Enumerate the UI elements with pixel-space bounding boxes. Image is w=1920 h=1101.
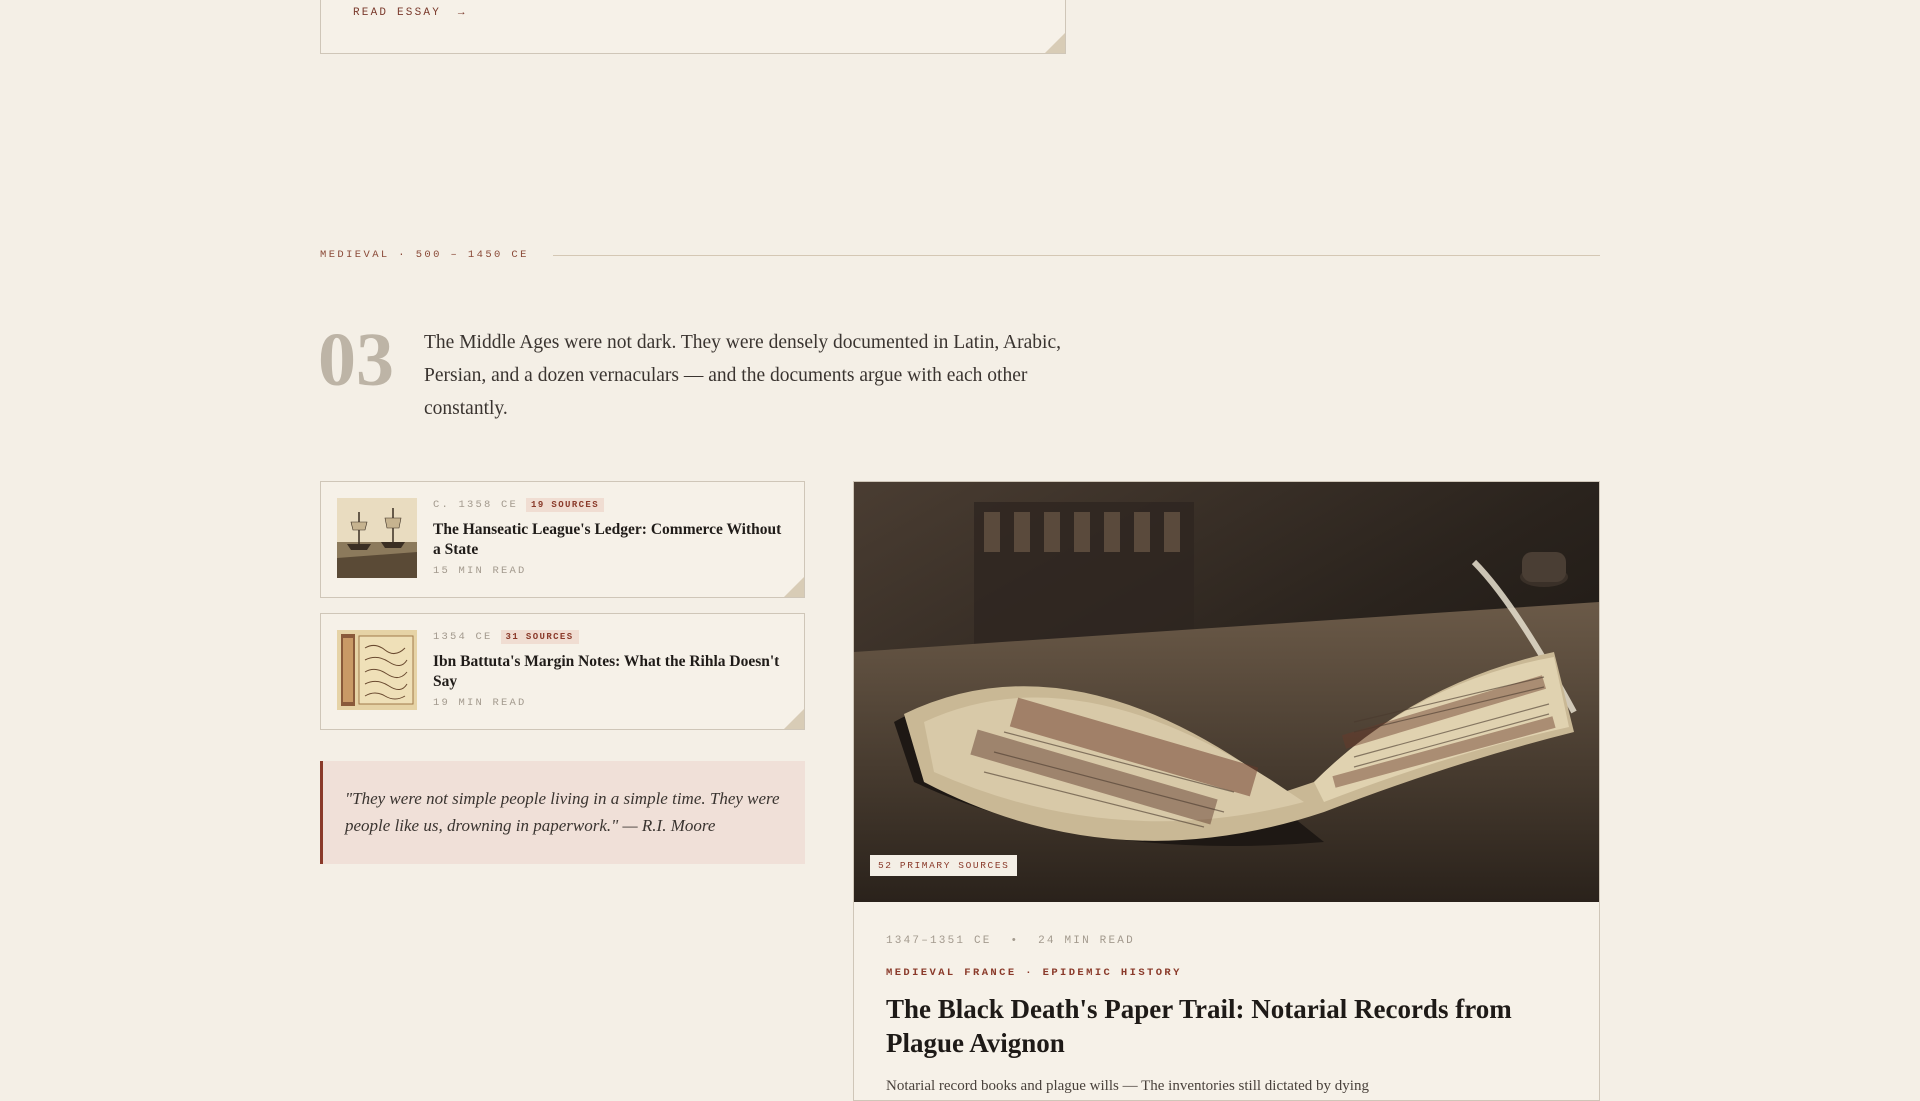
- article-read-time: 19 MIN READ: [433, 697, 527, 709]
- article-title[interactable]: The Hanseatic League's Ledger: Commerce …: [433, 520, 788, 560]
- read-essay-link[interactable]: READ ESSAY →: [353, 7, 467, 19]
- section-divider: [552, 254, 1600, 256]
- featured-excerpt: Notarial record books and plague wills —…: [886, 1078, 1369, 1094]
- card-corner-fold: [784, 577, 804, 597]
- article-card[interactable]: 1354 CE 31 SOURCES Ibn Battuta's Margin …: [320, 613, 805, 730]
- meta-separator: •: [1010, 935, 1020, 947]
- pull-quote: "They were not simple people living in a…: [320, 761, 805, 864]
- article-date: 1354 CE: [433, 631, 493, 643]
- primary-sources-badge: 52 PRIMARY SOURCES: [870, 855, 1018, 876]
- section-number: 03: [318, 318, 394, 402]
- sources-badge: 19 SOURCES: [526, 498, 605, 512]
- illuminated-manuscript-image: 52 PRIMARY SOURCES: [854, 482, 1599, 902]
- manuscript-page-image: [337, 630, 417, 710]
- sources-badge: 31 SOURCES: [500, 630, 579, 644]
- featured-read-time: 24 MIN READ: [1038, 935, 1135, 947]
- article-card[interactable]: C. 1358 CE 19 SOURCES The Hanseatic Leag…: [320, 481, 805, 598]
- section-header: MEDIEVAL · 500 – 1450 CE: [320, 248, 1600, 262]
- featured-title[interactable]: The Black Death's Paper Trail: Notarial …: [886, 992, 1546, 1060]
- card-corner-fold: [784, 709, 804, 729]
- featured-meta: 1347–1351 CE • 24 MIN READ: [886, 935, 1135, 947]
- featured-article-card[interactable]: 52 PRIMARY SOURCES 1347–1351 CE • 24 MIN…: [853, 481, 1600, 1101]
- featured-dates: 1347–1351 CE: [886, 935, 992, 947]
- ships-harbor-image: [337, 498, 417, 578]
- read-essay-label: READ ESSAY: [353, 7, 442, 19]
- section-era-label: MEDIEVAL · 500 – 1450 CE: [320, 249, 529, 261]
- article-read-time: 15 MIN READ: [433, 565, 527, 577]
- section-intro: The Middle Ages were not dark. They were…: [424, 332, 1061, 419]
- featured-categories: MEDIEVAL FRANCE · EPIDEMIC HISTORY: [886, 967, 1182, 979]
- article-title[interactable]: Ibn Battuta's Margin Notes: What the Rih…: [433, 652, 788, 692]
- card-corner-fold: [1045, 33, 1065, 53]
- previous-essay-card[interactable]: READ ESSAY →: [320, 0, 1066, 54]
- arrow-right-icon: →: [457, 7, 467, 19]
- article-date: C. 1358 CE: [433, 499, 519, 511]
